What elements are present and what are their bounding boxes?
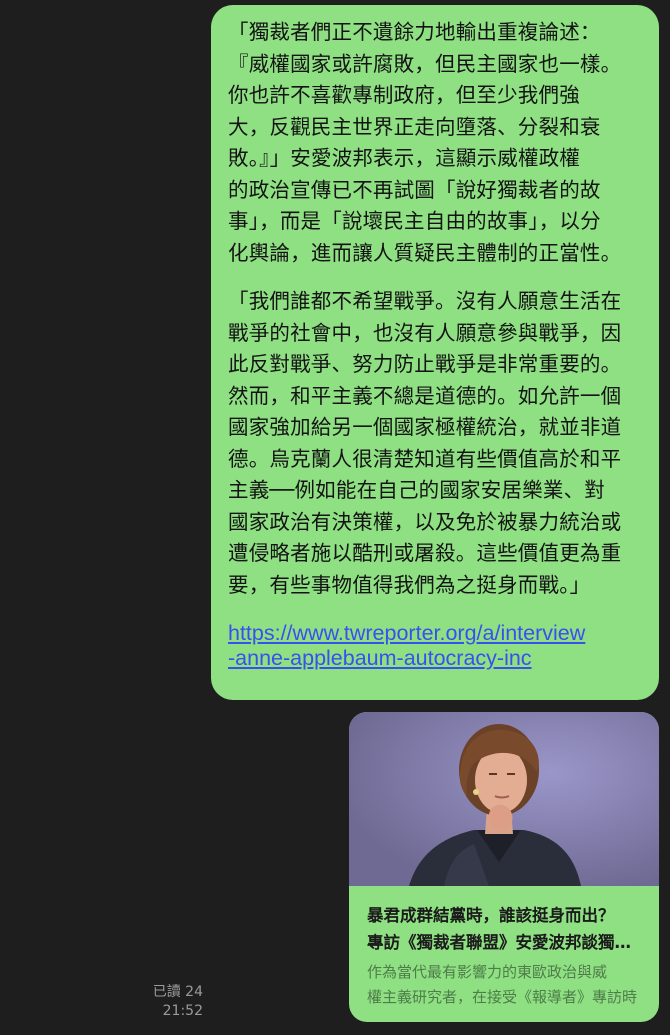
- preview-description-line: 權主義研究者，在接受《報導者》專訪時: [367, 988, 638, 1006]
- message-paragraph: 「獨裁者們正不遺餘力地輸出重複論述： 『威權國家或許腐敗，但民主國家也一樣。 你…: [228, 20, 622, 265]
- link-preview-card[interactable]: 暴君成群結黨時，誰該挺身而出？ 專訪《獨裁者聯盟》安愛波邦談獨裁者的結盟與民主的…: [349, 712, 659, 1022]
- preview-description: 作為當代最有影響力的東歐政治與威 權主義研究者，在接受《報導者》專訪時: [367, 960, 642, 1010]
- message-paragraph: 「我們誰都不希望戰爭。沒有人願意生活在 戰爭的社會中，也沒有人願意參與戰爭，因 …: [228, 289, 622, 597]
- timestamp: 21:52: [162, 1003, 203, 1019]
- article-link[interactable]: https://www.twreporter.org/a/interview -…: [228, 621, 645, 671]
- preview-description-line: 作為當代最有影響力的東歐政治與威: [367, 963, 608, 981]
- message-bubble[interactable]: 「獨裁者們正不遺餘力地輸出重複論述： 『威權國家或許腐敗，但民主國家也一樣。 你…: [211, 5, 659, 700]
- portrait-illustration: [349, 712, 659, 886]
- preview-image: [349, 712, 659, 886]
- preview-title: 暴君成群結黨時，誰該挺身而出？: [367, 906, 615, 925]
- message-status: 已讀 24 21:52: [153, 983, 203, 1021]
- preview-title: 專訪《獨裁者聯盟》安愛波邦談獨裁者的結盟與民主的反擊: [367, 933, 642, 952]
- read-receipt: 已讀 24: [152, 984, 203, 1000]
